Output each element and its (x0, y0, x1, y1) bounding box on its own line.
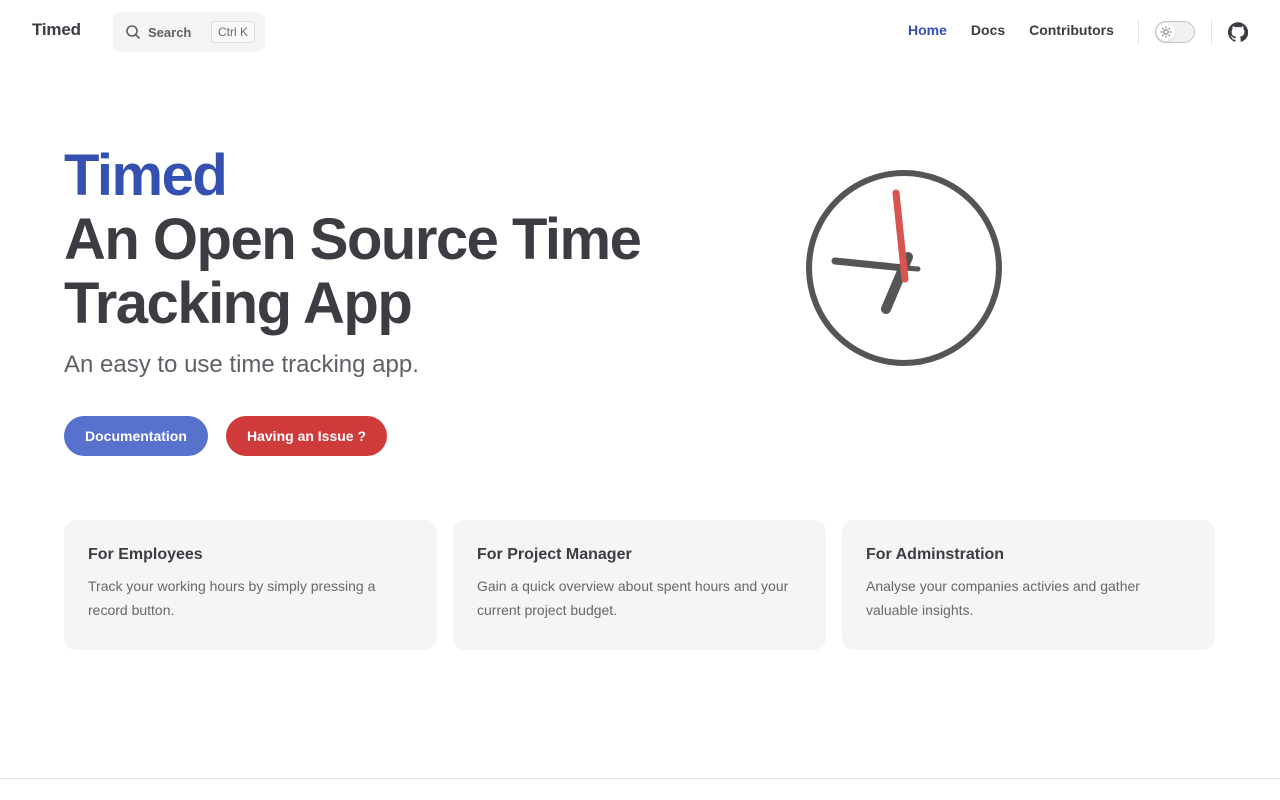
having-an-issue-button[interactable]: Having an Issue ? (226, 416, 388, 456)
footer-divider (0, 778, 1280, 779)
feature-details: Analyse your companies activies and gath… (866, 578, 1140, 618)
feature-title: For Employees (88, 546, 203, 563)
theme-toggle-knob (1157, 23, 1175, 41)
feature-card-administration: For Adminstration Analyse your companies… (842, 520, 1215, 650)
nav-link-contributors[interactable]: Contributors (1029, 22, 1114, 38)
features-section: For Employees Track your working hours b… (64, 520, 1215, 650)
nav-divider (1138, 20, 1139, 44)
clock-icon (806, 170, 1002, 366)
sun-icon (1160, 26, 1172, 38)
top-navbar: Timed Search Ctrl K Home Docs Contributo… (0, 0, 1280, 64)
hero-name: Timed (64, 143, 228, 208)
search-button[interactable]: Search Ctrl K (113, 12, 265, 52)
feature-details: Gain a quick overview about spent hours … (477, 578, 789, 618)
nav-links: Home Docs Contributors (908, 22, 1138, 38)
nav-link-docs[interactable]: Docs (971, 22, 1005, 38)
site-title[interactable]: Timed (32, 20, 81, 40)
feature-details: Track your working hours by simply press… (88, 578, 376, 618)
feature-title: For Adminstration (866, 546, 1005, 563)
search-label: Search (148, 24, 192, 40)
theme-toggle[interactable] (1155, 21, 1195, 43)
documentation-button[interactable]: Documentation (64, 416, 208, 456)
search-icon (126, 25, 140, 39)
nav-divider (1211, 20, 1212, 44)
feature-card-employees: For Employees Track your working hours b… (64, 520, 437, 650)
nav-link-home[interactable]: Home (908, 22, 947, 38)
feature-card-project-manager: For Project Manager Gain a quick overvie… (453, 520, 826, 650)
github-icon[interactable] (1228, 22, 1248, 42)
search-shortcut-hint: Ctrl K (211, 21, 255, 43)
hero-tagline: An easy to use time tracking app. (64, 351, 419, 378)
hero-text: An Open Source Time Tracking App (64, 207, 642, 336)
feature-title: For Project Manager (477, 546, 632, 563)
